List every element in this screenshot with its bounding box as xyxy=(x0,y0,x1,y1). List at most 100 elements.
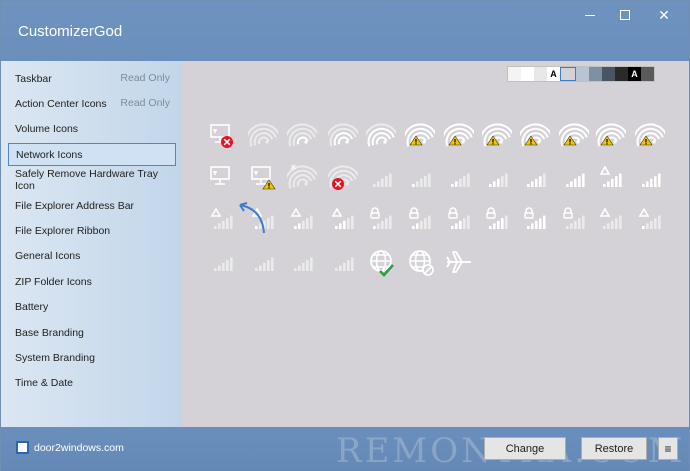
signal-2-bars-icon[interactable] xyxy=(444,163,474,193)
sidebar-item-label: Time & Date xyxy=(15,377,73,390)
category-sidebar: Taskbar Read Only Action Center Icons Read … xyxy=(1,61,182,427)
sidebar-item-zip-folder-icons[interactable]: ZIP Folder Icons xyxy=(8,270,176,293)
icon-preview-area: AA * xyxy=(182,61,689,427)
background-swatch[interactable]: A xyxy=(547,67,560,81)
wifi-error-icon[interactable] xyxy=(328,163,358,193)
sidebar-item-file-explorer-ribbon[interactable]: File Explorer Ribbon xyxy=(8,219,176,242)
background-swatch-bar: AA xyxy=(507,66,655,82)
signal-lock-5-icon[interactable] xyxy=(520,205,550,235)
sidebar-item-label: Network Icons xyxy=(16,148,83,161)
signal-3-bars-icon[interactable] xyxy=(482,163,512,193)
background-swatch[interactable] xyxy=(602,67,615,81)
sidebar-item-action-center-icons[interactable]: Action Center Icons Read Only xyxy=(8,92,176,115)
sidebar-item-system-branding[interactable]: System Branding xyxy=(8,346,176,369)
background-swatch[interactable] xyxy=(589,67,602,81)
network-wired-warning-icon[interactable] xyxy=(248,163,278,193)
signal-dim-2-icon[interactable] xyxy=(248,247,278,277)
background-swatch[interactable] xyxy=(560,67,576,81)
sidebar-item-file-explorer-address-bar[interactable]: File Explorer Address Bar xyxy=(8,194,176,217)
change-button[interactable]: Change xyxy=(484,437,566,460)
signal-0-bars-icon[interactable] xyxy=(366,163,396,193)
background-swatch[interactable] xyxy=(508,67,521,81)
sidebar-item-label: Action Center Icons xyxy=(15,97,107,110)
bottom-bar: door2windows.com REMONTKA.COM Change Res… xyxy=(1,427,689,471)
network-wired-icon[interactable] xyxy=(207,163,237,193)
globe-blocked-icon[interactable] xyxy=(405,247,435,277)
svg-text:*: * xyxy=(290,163,297,178)
wifi-2-bars-icon[interactable] xyxy=(328,121,358,151)
airplane-mode-icon[interactable] xyxy=(444,247,474,277)
signal-lock-4-icon[interactable] xyxy=(482,205,512,235)
wifi-1-bar-icon[interactable] xyxy=(287,121,317,151)
sidebar-item-label: Battery xyxy=(15,301,49,314)
signal-1-bar-icon[interactable] xyxy=(405,163,435,193)
wifi-warning-3-icon[interactable] xyxy=(482,121,512,151)
wifi-warning-6-icon[interactable] xyxy=(596,121,626,151)
sidebar-item-label: File Explorer Ribbon xyxy=(15,224,111,237)
background-swatch[interactable] xyxy=(576,67,589,81)
sidebar-item-label: Taskbar xyxy=(15,72,52,85)
background-swatch[interactable] xyxy=(534,67,547,81)
sidebar-item-general-icons[interactable]: General Icons xyxy=(8,245,176,268)
wifi-warning-5-icon[interactable] xyxy=(559,121,589,151)
signal-dim-4-icon[interactable] xyxy=(328,247,358,277)
sidebar-item-volume-icons[interactable]: Volume Icons xyxy=(8,118,176,141)
signal-dim-1-icon[interactable] xyxy=(207,247,237,277)
sidebar-item-base-branding[interactable]: Base Branding xyxy=(8,321,176,344)
maximize-button[interactable] xyxy=(608,1,642,29)
sidebar-item-label: Safely Remove Hardware Tray Icon xyxy=(15,168,158,193)
brand-link[interactable]: door2windows.com xyxy=(16,441,124,454)
signal-dim-3-icon[interactable] xyxy=(287,247,317,277)
close-button[interactable]: ✕ xyxy=(647,1,681,29)
wifi-warning-7-icon[interactable] xyxy=(635,121,665,151)
sidebar-item-label: File Explorer Address Bar xyxy=(15,199,135,212)
maximize-icon xyxy=(620,10,630,20)
minimize-button[interactable] xyxy=(573,1,607,29)
menu-button[interactable]: ≡ xyxy=(658,437,678,460)
title-bar[interactable]: CustomizerGod ✕ xyxy=(1,1,689,61)
sidebar-item-label: Base Branding xyxy=(15,326,84,339)
signal-lock-6-icon[interactable] xyxy=(559,205,589,235)
signal-4-bars-icon[interactable] xyxy=(520,163,550,193)
curved-arrow-icon xyxy=(239,202,265,234)
sidebar-item-battery[interactable]: Battery xyxy=(8,296,176,319)
close-icon: ✕ xyxy=(658,6,670,23)
sidebar-item-label: ZIP Folder Icons xyxy=(15,275,92,288)
wifi-warning-1-icon[interactable] xyxy=(405,121,435,151)
background-swatch[interactable] xyxy=(641,67,654,81)
door2windows-logo-icon xyxy=(16,441,29,454)
signal-triangle-0-icon[interactable] xyxy=(207,205,237,235)
signal-triangle-3-icon[interactable] xyxy=(328,205,358,235)
wifi-0-bars-icon[interactable] xyxy=(248,121,278,151)
signal-lock-1-icon[interactable] xyxy=(366,205,396,235)
wifi-3-bars-icon[interactable] xyxy=(366,121,396,151)
brand-label: door2windows.com xyxy=(34,441,124,454)
network-disconnected-icon[interactable] xyxy=(207,121,237,151)
signal-triangle-7-icon[interactable] xyxy=(635,205,665,235)
sidebar-item-network-icons[interactable]: Network Icons xyxy=(8,143,176,167)
sidebar-item-time-date[interactable]: Time & Date xyxy=(8,372,176,395)
signal-full-icon[interactable] xyxy=(635,163,665,193)
signal-triangle-5-icon[interactable] xyxy=(596,163,626,193)
signal-5-bars-icon[interactable] xyxy=(559,163,589,193)
sidebar-item-label: System Branding xyxy=(15,351,95,364)
background-swatch[interactable] xyxy=(521,67,534,81)
signal-lock-3-icon[interactable] xyxy=(444,205,474,235)
app-window: CustomizerGod ✕ Taskbar Read Only Action C… xyxy=(0,0,690,471)
wifi-warning-2-icon[interactable] xyxy=(444,121,474,151)
app-title: CustomizerGod xyxy=(18,23,123,40)
wifi-asterisk-icon[interactable]: * xyxy=(287,163,317,193)
sidebar-item-label: General Icons xyxy=(15,250,81,263)
signal-lock-2-icon[interactable] xyxy=(405,205,435,235)
sidebar-item-safely-remove-hardware-tray-icon[interactable]: Safely Remove Hardware Tray Icon xyxy=(8,168,176,193)
background-swatch[interactable] xyxy=(615,67,628,81)
background-swatch[interactable]: A xyxy=(628,67,641,81)
restore-button[interactable]: Restore xyxy=(581,437,647,460)
sidebar-item-taskbar[interactable]: Taskbar Read Only xyxy=(8,67,176,90)
read-only-badge: Read Only xyxy=(120,97,170,110)
wifi-warning-4-icon[interactable] xyxy=(520,121,550,151)
read-only-badge: Read Only xyxy=(120,72,170,84)
minimize-icon xyxy=(585,14,595,16)
globe-check-icon[interactable] xyxy=(366,247,396,277)
signal-triangle-6-icon[interactable] xyxy=(596,205,626,235)
